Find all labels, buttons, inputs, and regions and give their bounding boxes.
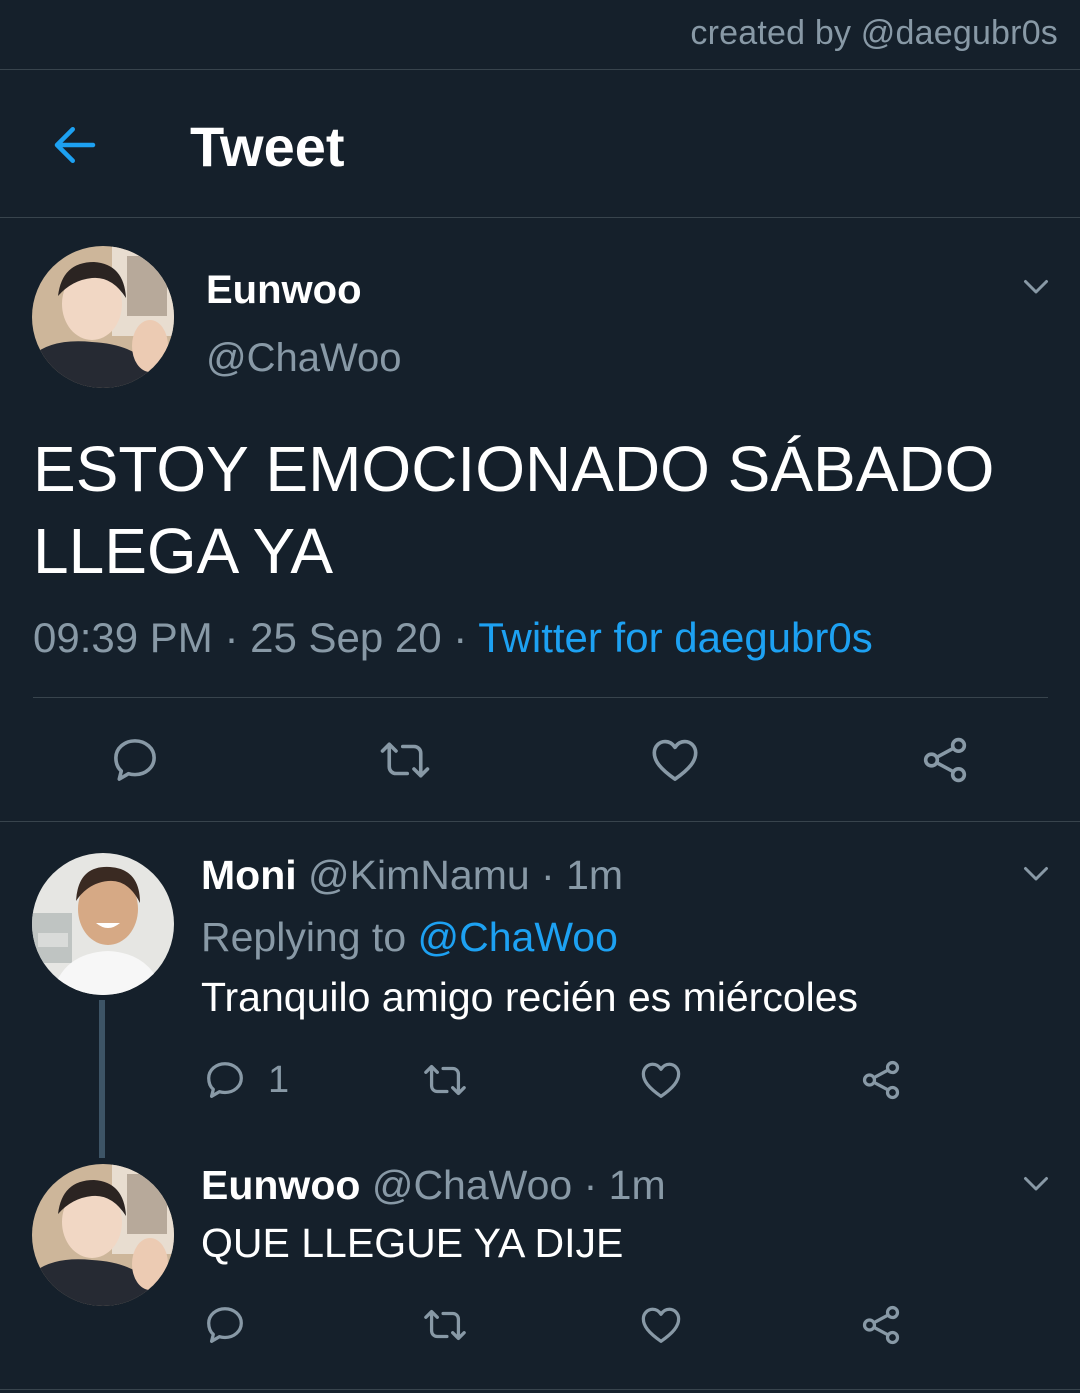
meta-separator: · [441,614,479,661]
share-icon [862,1305,900,1345]
reply-button[interactable] [108,733,162,787]
share-icon [923,737,967,783]
time-separator: · [572,1162,609,1208]
more-options-button[interactable] [1018,268,1054,304]
like-button[interactable] [638,1057,684,1103]
time-separator: · [529,852,567,898]
share-button[interactable] [918,733,972,787]
comment-icon [207,1307,243,1343]
reply-button[interactable] [202,1302,248,1348]
chevron-down-icon [1024,280,1048,294]
tweet-meta: 09:39 PM · 25 Sep 20 · Twitter for daegu… [33,610,873,666]
reply-text: Tranquilo amigo recién es miércoles [201,974,859,1020]
retweet-icon [424,1309,466,1341]
back-button[interactable] [48,118,102,172]
tweet-source-link[interactable]: Twitter for daegubr0s [478,614,873,661]
avatar[interactable] [32,246,174,388]
reply-time: 1m [608,1162,666,1208]
avatar[interactable] [32,1164,174,1306]
arrow-left-icon [54,127,96,163]
like-button[interactable] [648,733,702,787]
chevron-down-icon [1024,1177,1048,1191]
retweet-icon [424,1064,466,1096]
reply-author-handle[interactable]: @ChaWoo [372,1162,572,1208]
share-button[interactable] [858,1057,904,1103]
retweet-button[interactable] [376,733,434,787]
tweet-text: ESTOY EMOCIONADO SÁBADO LLEGA YA [33,433,995,587]
reply-button[interactable]: 1 [202,1057,289,1103]
more-options-button[interactable] [1018,855,1054,891]
bottom-divider [0,1389,1080,1390]
tweet-time: 09:39 PM [33,614,213,661]
top-divider [0,69,1080,70]
reply-time: 1m [566,852,624,898]
credit-text: created by @daegubr0s [690,14,1058,52]
share-button[interactable] [858,1302,904,1348]
mention-link[interactable]: @ChaWoo [418,914,618,960]
replying-to: Replying to @ChaWoo [201,910,618,964]
heart-icon [641,1307,681,1343]
chevron-down-icon [1024,867,1048,881]
tweet-date: 25 Sep 20 [250,614,442,661]
avatar[interactable] [32,853,174,995]
header-divider [0,217,1080,218]
meta-separator: · [212,614,251,661]
heart-icon [652,739,698,781]
heart-icon [641,1062,681,1098]
retweet-button[interactable] [420,1057,470,1103]
page-title: Tweet [190,115,345,178]
reply-author-name[interactable]: Moni [201,852,297,898]
retweet-button[interactable] [420,1302,470,1348]
reply-author-name[interactable]: Eunwoo [201,1162,360,1208]
replying-prefix: Replying to [201,914,418,960]
reply-header: Eunwoo @ChaWoo · 1m [201,1158,666,1212]
tweet-divider [0,821,1080,822]
retweet-icon [380,742,430,778]
like-button[interactable] [638,1302,684,1348]
reply-header: Moni @KimNamu · 1m [201,848,623,902]
author-handle[interactable]: @ChaWoo [206,332,402,384]
author-name[interactable]: Eunwoo [206,264,362,316]
thread-connector [99,1000,105,1158]
comment-icon [114,739,156,781]
more-options-button[interactable] [1018,1165,1054,1201]
share-icon [862,1060,900,1100]
reply-author-handle[interactable]: @KimNamu [308,852,530,898]
reply-count: 1 [268,1058,290,1101]
meta-divider [33,697,1048,698]
comment-icon [207,1062,243,1098]
reply-text: QUE LLEGUE YA DIJE [201,1220,624,1266]
